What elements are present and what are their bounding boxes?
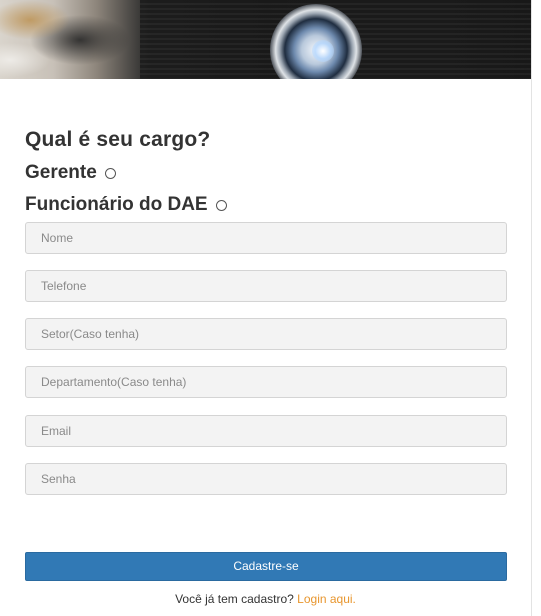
role-option-label: Gerente	[25, 162, 97, 183]
setor-input[interactable]	[25, 318, 507, 350]
lens-glow	[312, 40, 334, 62]
email-input[interactable]	[25, 415, 507, 447]
projector-banner-image	[0, 0, 531, 79]
radio-gerente[interactable]	[104, 167, 116, 179]
banner-background-blur	[0, 0, 150, 79]
signup-page: Qual é seu cargo? Gerente Funcionário do…	[0, 0, 541, 616]
role-option-gerente[interactable]: Gerente	[25, 162, 116, 184]
telefone-input[interactable]	[25, 270, 507, 302]
login-prompt: Você já tem cadastro? Login aqui.	[0, 592, 531, 606]
role-option-label: Funcionário do DAE	[25, 194, 208, 215]
nome-input[interactable]	[25, 222, 507, 254]
senha-input[interactable]	[25, 463, 507, 495]
departamento-input[interactable]	[25, 366, 507, 398]
login-link[interactable]: Login aqui.	[297, 592, 356, 606]
login-prompt-text: Você já tem cadastro?	[175, 592, 294, 606]
radio-funcionario[interactable]	[215, 199, 227, 211]
role-question: Qual é seu cargo?	[25, 128, 211, 151]
cadastre-se-button[interactable]: Cadastre-se	[25, 552, 507, 581]
content-border	[531, 0, 532, 616]
role-option-funcionario[interactable]: Funcionário do DAE	[25, 194, 227, 216]
